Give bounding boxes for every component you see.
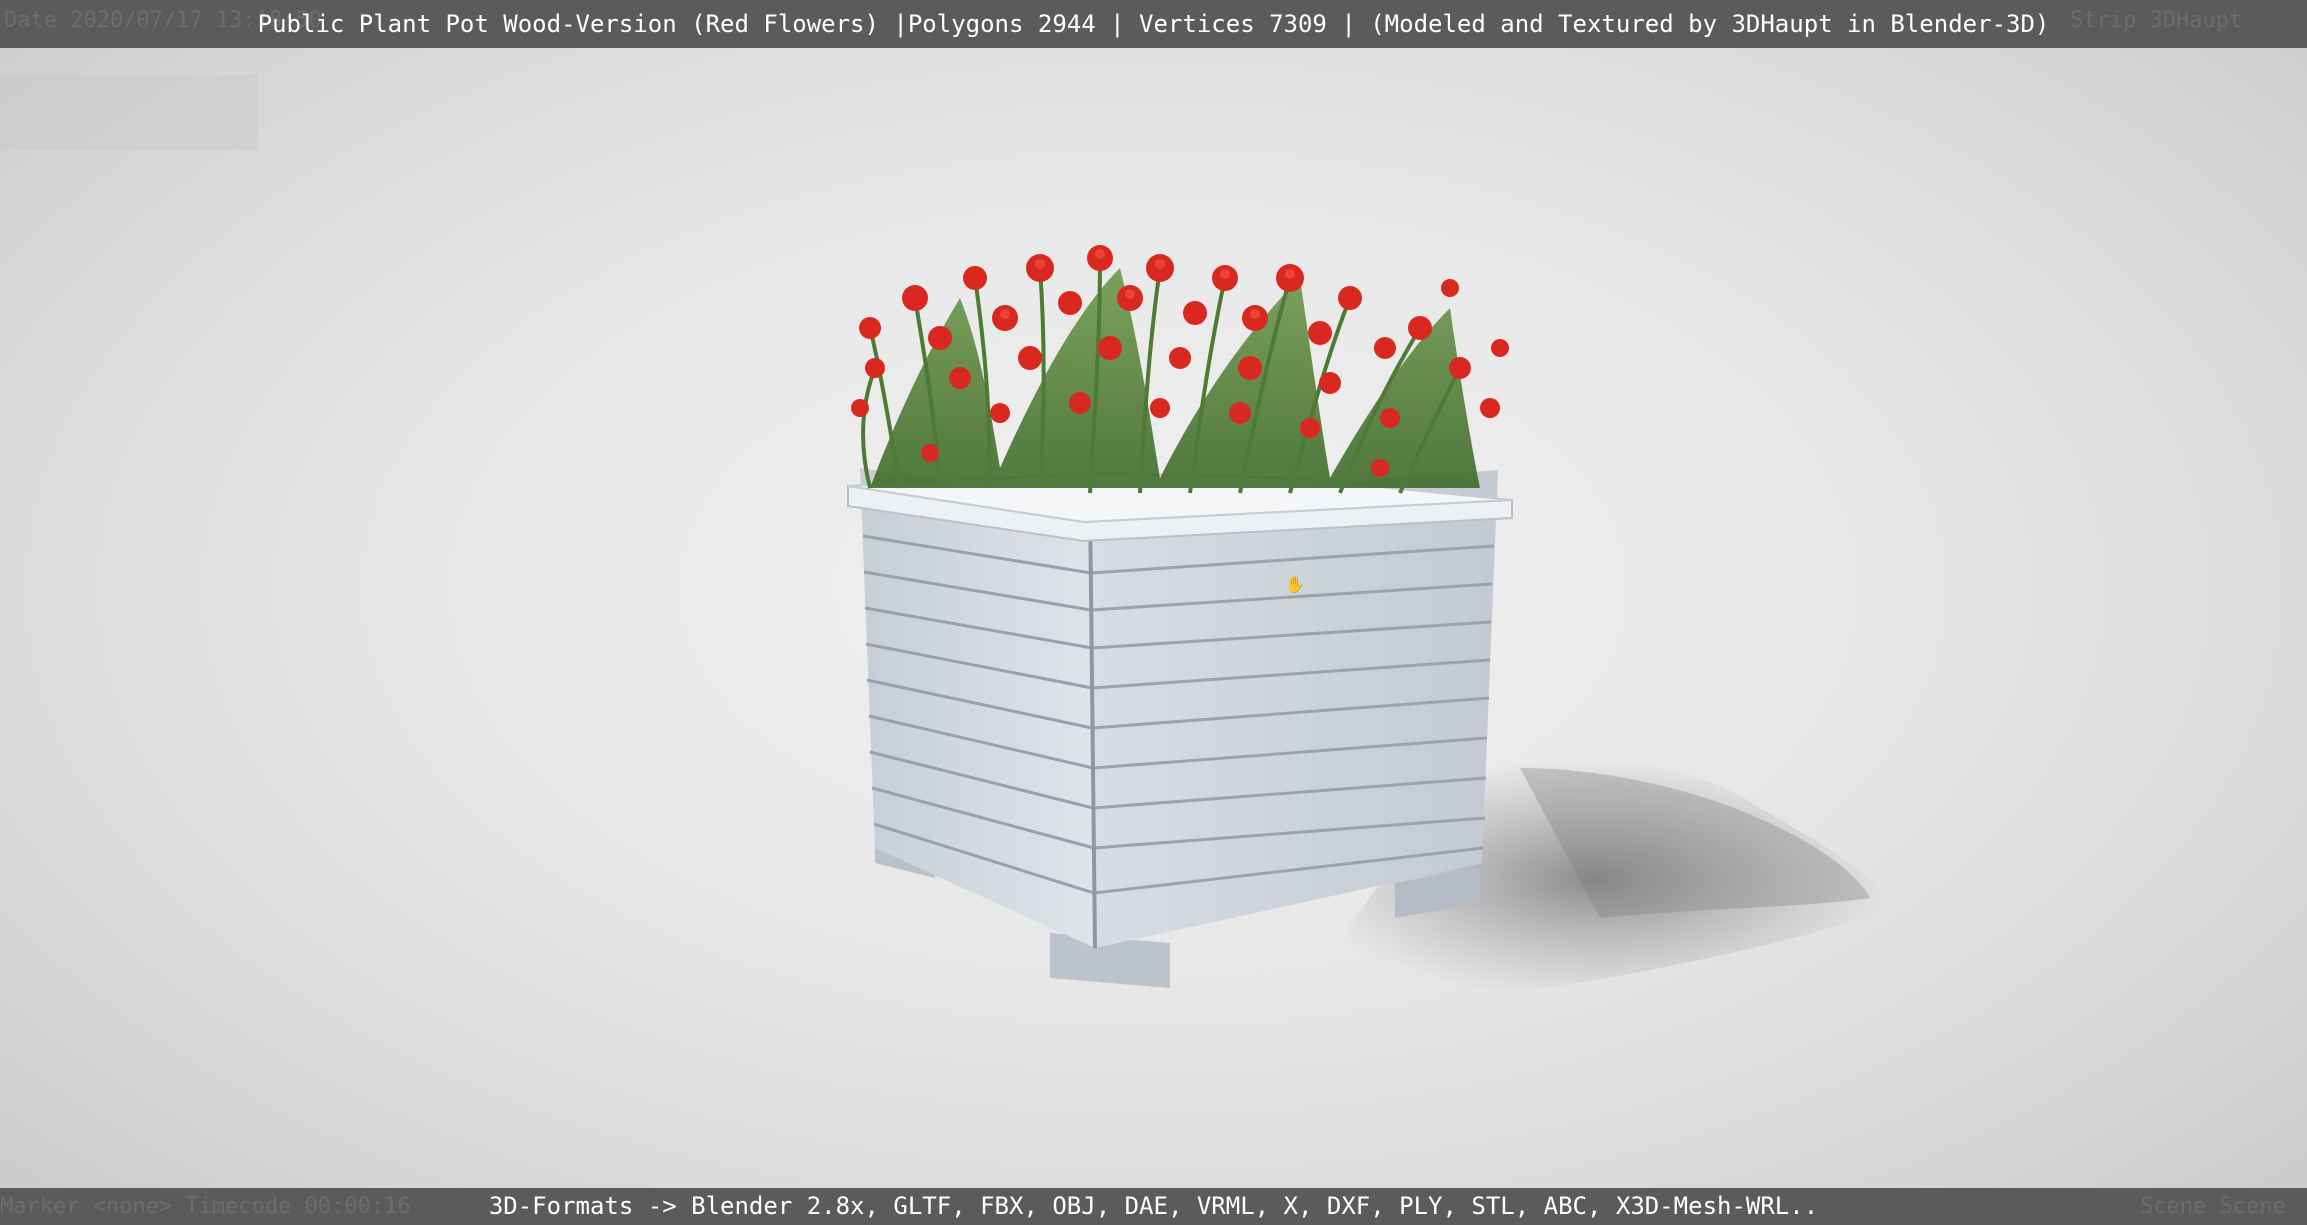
formats-list: 3D-Formats -> Blender 2.8x, GLTF, FBX, O… — [488, 1192, 1819, 1220]
planter-render — [847, 245, 1890, 1001]
formats-bar: Marker <none> Timecode 00:00:16 Scene Sc… — [0, 1188, 2307, 1225]
title-bar: Date 2020/07/17 13:18:50 Strip 3DHaupt P… — [0, 0, 2307, 48]
hand-cursor-icon: ✋ — [1285, 575, 1305, 594]
render-viewport[interactable]: ✋ — [0, 48, 2307, 1188]
model-title: Public Plant Pot Wood-Version (Red Flowe… — [257, 10, 2050, 38]
